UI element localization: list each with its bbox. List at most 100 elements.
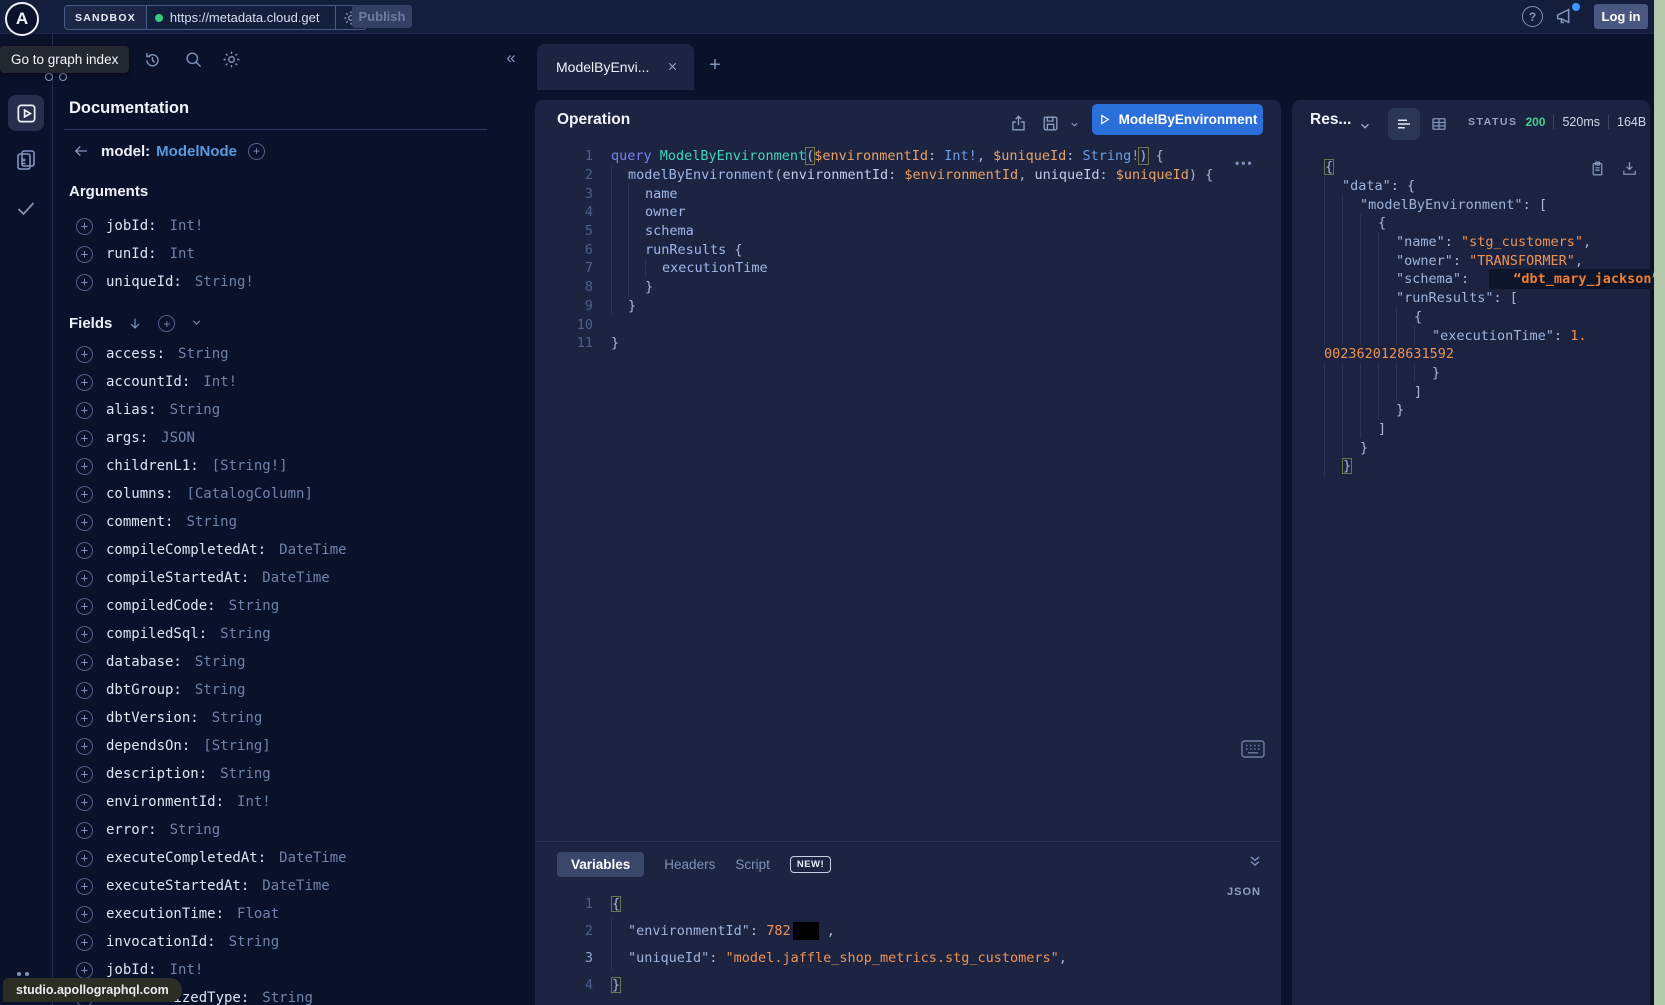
field-type[interactable]: String [195, 654, 246, 670]
sandbox-badge[interactable]: SANDBOX [65, 6, 147, 29]
add-to-query-button[interactable]: + [76, 346, 93, 363]
field-type[interactable]: String [170, 402, 221, 418]
argument-row[interactable]: +jobId:Int! [76, 212, 254, 240]
add-to-query-button[interactable]: + [76, 794, 93, 811]
add-to-query-button[interactable]: + [76, 710, 93, 727]
field-type[interactable]: String [220, 766, 271, 782]
keyboard-shortcuts-icon[interactable] [1241, 740, 1265, 758]
field-type[interactable]: Int! [203, 374, 237, 390]
field-row[interactable]: +error:String [76, 816, 347, 844]
field-type[interactable]: DateTime [262, 878, 329, 894]
add-all-fields-button[interactable]: + [158, 315, 175, 332]
field-type[interactable]: String [195, 682, 246, 698]
field-row[interactable]: +executionTime:Float [76, 900, 347, 928]
collapse-sidebar-icon[interactable]: « [501, 48, 521, 68]
add-to-query-button[interactable]: + [76, 878, 93, 895]
add-to-query-button[interactable]: + [76, 274, 93, 291]
add-to-query-button[interactable]: + [76, 934, 93, 951]
raw-view-button[interactable] [1388, 108, 1420, 140]
add-to-query-button[interactable]: + [76, 626, 93, 643]
rail-item-explorer[interactable] [8, 95, 44, 131]
add-to-query-button[interactable]: + [76, 458, 93, 475]
add-to-query-button[interactable]: + [76, 374, 93, 391]
add-to-query-button[interactable]: + [76, 486, 93, 503]
field-type[interactable]: String [170, 822, 221, 838]
search-icon[interactable] [184, 50, 203, 69]
field-type[interactable]: String [229, 598, 280, 614]
breadcrumb-type-link[interactable]: ModelNode [156, 143, 237, 160]
add-to-query-button[interactable]: + [76, 682, 93, 699]
field-row[interactable]: +executeStartedAt:DateTime [76, 872, 347, 900]
add-to-query-button[interactable]: + [76, 822, 93, 839]
endpoint-url-field[interactable]: https://metadata.cloud.get [147, 6, 335, 29]
field-type[interactable]: String [178, 346, 229, 362]
field-row[interactable]: +compileCompletedAt:DateTime [76, 536, 347, 564]
table-view-button[interactable] [1430, 115, 1448, 133]
tab-headers[interactable]: Headers [664, 857, 715, 872]
field-row[interactable]: +dbtVersion:String [76, 704, 347, 732]
back-arrow-icon[interactable] [72, 142, 90, 160]
variables-editor[interactable]: 1{2"environmentId": 782 ,3"uniqueId": "m… [535, 890, 1281, 998]
add-to-query-button[interactable]: + [76, 542, 93, 559]
tab-variables[interactable]: Variables [557, 852, 644, 877]
apollo-logo[interactable]: A [5, 2, 39, 36]
run-operation-button[interactable]: ModelByEnvironment [1092, 104, 1263, 135]
field-row[interactable]: +compileStartedAt:DateTime [76, 564, 347, 592]
field-type[interactable]: Int! [237, 794, 271, 810]
argument-row[interactable]: +runId:Int [76, 240, 254, 268]
field-row[interactable]: +comment:String [76, 508, 347, 536]
response-json[interactable]: {"data": {"modelByEnvironment": [{"name"… [1292, 158, 1650, 476]
add-to-query-button[interactable]: + [76, 514, 93, 531]
response-chevron-icon[interactable] [1358, 119, 1372, 133]
save-chevron-icon[interactable] [1069, 119, 1080, 130]
rail-item-partial[interactable] [17, 972, 29, 976]
chevron-down-icon[interactable] [190, 316, 206, 332]
field-row[interactable]: +executeCompletedAt:DateTime [76, 844, 347, 872]
argument-row[interactable]: +uniqueId:String! [76, 268, 254, 296]
publish-button[interactable]: Publish [352, 5, 412, 28]
field-row[interactable]: +dependsOn:[String] [76, 732, 347, 760]
save-icon[interactable] [1041, 114, 1061, 134]
field-row[interactable]: +alias:String [76, 396, 347, 424]
field-type[interactable]: String [186, 514, 237, 530]
field-type[interactable]: DateTime [279, 542, 346, 558]
field-type[interactable]: String [229, 934, 280, 950]
field-type[interactable]: DateTime [279, 850, 346, 866]
argument-type[interactable]: String! [195, 274, 254, 290]
rail-item-checks[interactable] [14, 196, 38, 220]
add-field-button[interactable]: + [248, 143, 265, 160]
add-to-query-button[interactable]: + [76, 430, 93, 447]
add-to-query-button[interactable]: + [76, 246, 93, 263]
add-to-query-button[interactable]: + [76, 906, 93, 923]
field-type[interactable]: [String!] [212, 458, 288, 474]
argument-type[interactable]: Int! [170, 218, 204, 234]
field-row[interactable]: +dbtGroup:String [76, 676, 347, 704]
field-row[interactable]: +compiledCode:String [76, 592, 347, 620]
operation-tab[interactable]: ModelByEnvi... [537, 44, 694, 90]
add-to-query-button[interactable]: + [76, 766, 93, 783]
history-icon[interactable] [143, 50, 162, 69]
field-row[interactable]: +description:String [76, 760, 347, 788]
share-icon[interactable] [1009, 114, 1029, 134]
add-to-query-button[interactable]: + [76, 738, 93, 755]
field-row[interactable]: +accountId:Int! [76, 368, 347, 396]
close-tab-icon[interactable] [666, 60, 680, 74]
field-row[interactable]: +database:String [76, 648, 347, 676]
field-type[interactable]: DateTime [262, 570, 329, 586]
rail-item-schema[interactable] [14, 148, 38, 172]
field-type[interactable]: String [262, 990, 313, 1005]
field-row[interactable]: +environmentId:Int! [76, 788, 347, 816]
add-to-query-button[interactable]: + [76, 962, 93, 979]
field-type[interactable]: String [220, 626, 271, 642]
add-to-query-button[interactable]: + [76, 654, 93, 671]
sort-descending-icon[interactable] [127, 316, 143, 332]
tab-script[interactable]: Script [735, 857, 770, 872]
field-row[interactable]: +access:String [76, 340, 347, 368]
field-type[interactable]: String [212, 710, 263, 726]
field-type[interactable]: [String] [203, 738, 270, 754]
argument-type[interactable]: Int [170, 246, 195, 262]
field-row[interactable]: +compiledSql:String [76, 620, 347, 648]
field-type[interactable]: [CatalogColumn] [186, 486, 312, 502]
field-type[interactable]: JSON [161, 430, 195, 446]
add-to-query-button[interactable]: + [76, 570, 93, 587]
